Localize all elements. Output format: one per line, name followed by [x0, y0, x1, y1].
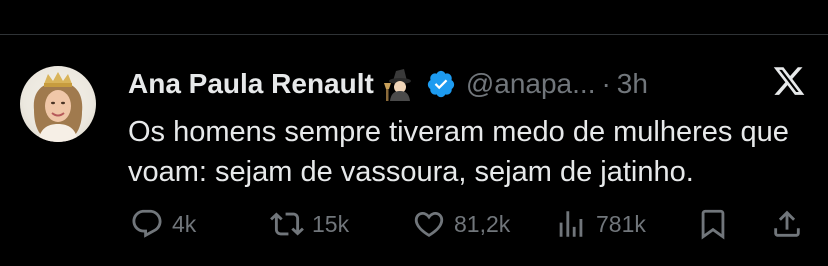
like-count: 81,2k	[454, 210, 511, 237]
x-logo-icon[interactable]	[771, 64, 807, 98]
witch-emoji-icon	[383, 67, 418, 101]
repost-count: 15k	[312, 210, 350, 237]
like-button[interactable]: 81,2k	[412, 204, 510, 244]
views-button[interactable]: 781k	[554, 204, 646, 244]
tweet-text: Os homens sempre tiveram medo de mulhere…	[128, 116, 789, 188]
author-name[interactable]: Ana Paula Renault	[128, 68, 374, 100]
views-count: 781k	[596, 210, 646, 237]
separator-dot: ·	[601, 68, 611, 99]
bookmark-button[interactable]	[696, 204, 730, 244]
heart-icon	[412, 207, 446, 241]
verified-badge-icon	[426, 69, 456, 99]
repost-icon	[270, 207, 304, 241]
reply-count: 4k	[172, 210, 197, 237]
share-button[interactable]	[770, 204, 804, 244]
tweet-header: Ana Paula Renault @anapa... · 3h	[128, 64, 648, 104]
author-handle[interactable]: @anapa...	[466, 68, 596, 100]
avatar[interactable]	[20, 66, 96, 142]
reply-icon	[130, 207, 164, 241]
bookmark-icon	[696, 207, 730, 241]
action-bar: 4k 15k 81,2k 781k	[130, 204, 820, 244]
top-divider	[0, 34, 828, 35]
share-icon	[770, 207, 804, 241]
analytics-icon	[554, 207, 588, 241]
timestamp[interactable]: 3h	[617, 68, 648, 100]
repost-button[interactable]: 15k	[270, 204, 349, 244]
reply-button[interactable]: 4k	[130, 204, 196, 244]
